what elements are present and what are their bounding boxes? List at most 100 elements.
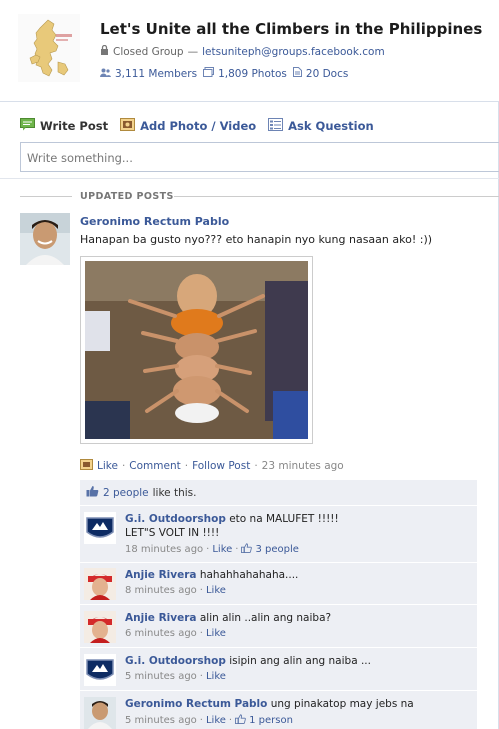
section-rule-left — [20, 196, 72, 197]
section-rule-right — [174, 196, 499, 197]
commenter-name[interactable]: Anjie Rivera — [125, 569, 197, 581]
members-icon — [100, 68, 111, 80]
group-email-link[interactable]: letsuniteph@groups.facebook.com — [202, 46, 385, 58]
comment-text: alin alin ..alin ang naiba? — [199, 612, 332, 624]
tab-add-photo-video-label: Add Photo / Video — [140, 119, 257, 133]
commenter-name[interactable]: Anjie Rivera — [125, 612, 197, 624]
likes-suffix: like this. — [152, 486, 197, 499]
photos-icon — [203, 67, 215, 80]
comment-meta: 8 minutes ago · Like — [125, 585, 226, 596]
members-count: 3,111 Members — [115, 67, 198, 80]
header-divider — [0, 101, 499, 102]
comment-item: Geronimo Rectum Pablo ung pinakatop may … — [84, 695, 474, 729]
comment-item: G.i. Outdoorshop eto na MALUFET !!!!! LE… — [84, 510, 474, 556]
comment-text: isipin ang alin ang naiba ... — [229, 655, 371, 667]
comment-body: Anjie Rivera alin alin ..alin ang naiba? — [125, 611, 331, 625]
comment-text: hahahhahahaha.... — [199, 569, 299, 581]
likes-people-link[interactable]: 2 people — [103, 487, 149, 499]
tab-ask-question[interactable]: Ask Question — [268, 118, 374, 134]
tab-ask-question-label: Ask Question — [288, 119, 374, 133]
action-separator: · — [199, 585, 203, 596]
composer-placeholder: Write something... — [27, 151, 133, 165]
commenter-avatar[interactable] — [84, 512, 116, 544]
post-timestamp[interactable]: 23 minutes ago — [262, 460, 344, 472]
updated-posts-label: UPDATED POSTS — [80, 191, 174, 202]
group-stats: 3,111 Members 1,809 Photos 20 Docs — [100, 67, 348, 80]
add-photo-icon — [120, 118, 136, 134]
ask-question-icon — [268, 118, 284, 134]
comment-text: eto na MALUFET !!!!! — [229, 513, 339, 525]
composer-tabs: Write Post Add Photo / Video Ask Questio… — [20, 118, 374, 134]
post-text: Hanapan ba gusto nyo??? eto hanapin nyo … — [80, 233, 433, 246]
comment-like-link[interactable]: Like — [206, 715, 226, 726]
comment-like-link[interactable]: Like — [206, 585, 226, 596]
post-photo-image — [85, 261, 308, 439]
group-title[interactable]: Let's Unite all the Climbers in the Phil… — [100, 20, 482, 38]
commenter-avatar[interactable] — [84, 697, 116, 729]
action-separator: · — [199, 628, 203, 639]
post-like-link[interactable]: Like — [97, 460, 118, 472]
action-separator: · — [184, 460, 189, 472]
comment-body: G.i. Outdoorshop eto na MALUFET !!!!! LE… — [125, 512, 339, 540]
comment-body: G.i. Outdoorshop isipin ang alin ang nai… — [125, 654, 371, 668]
commenter-avatar[interactable] — [84, 654, 116, 686]
action-separator: · — [235, 544, 239, 555]
comment-divider — [80, 505, 477, 506]
comment-text: ung pinakatop may jebs na — [270, 698, 414, 710]
email-separator: — — [187, 45, 199, 58]
tab-write-post[interactable]: Write Post — [20, 118, 108, 134]
comment-divider — [80, 604, 477, 605]
commenter-name[interactable]: G.i. Outdoorshop — [125, 655, 226, 667]
action-separator: · — [121, 460, 126, 472]
write-something-input[interactable]: Write something... — [20, 142, 499, 172]
group-map-thumbnail[interactable] — [18, 14, 80, 82]
comment-meta: 18 minutes ago · Like · 3 people — [125, 543, 299, 556]
comment-body: Geronimo Rectum Pablo ung pinakatop may … — [125, 697, 414, 711]
tab-add-photo-video[interactable]: Add Photo / Video — [120, 118, 256, 134]
action-separator: · — [199, 671, 203, 682]
action-separator: · — [254, 460, 258, 472]
commenter-avatar[interactable] — [84, 568, 116, 600]
post-author-avatar[interactable] — [20, 213, 70, 265]
thumbs-up-icon — [235, 714, 246, 727]
comment-divider — [80, 647, 477, 648]
action-separator: · — [199, 715, 203, 726]
comment-likes-count[interactable]: 3 people — [255, 544, 298, 555]
composer-divider — [0, 178, 499, 179]
likes-summary: 2 people like this. — [86, 485, 196, 500]
comment-body: Anjie Rivera hahahhahahaha.... — [125, 568, 298, 582]
comment-meta: 5 minutes ago · Like — [125, 671, 226, 682]
photos-link[interactable]: 1,809 Photos — [203, 67, 287, 80]
comment-like-link[interactable]: Like — [206, 671, 226, 682]
post-follow-link[interactable]: Follow Post — [192, 460, 250, 472]
post-photo[interactable] — [80, 256, 313, 444]
members-link[interactable]: 3,111 Members — [100, 68, 197, 80]
post-comment-link[interactable]: Comment — [129, 460, 180, 472]
lock-icon — [100, 44, 109, 58]
write-post-icon — [20, 118, 35, 134]
group-privacy: Closed Group — [113, 45, 184, 58]
comment-timestamp[interactable]: 8 minutes ago — [125, 585, 197, 596]
docs-link[interactable]: 20 Docs — [292, 67, 349, 80]
thumbs-up-icon — [86, 485, 99, 500]
comment-meta: 5 minutes ago · Like · 1 person — [125, 714, 293, 727]
comment-divider — [80, 562, 477, 563]
commenter-avatar[interactable] — [84, 611, 116, 643]
comment-meta: 6 minutes ago · Like — [125, 628, 226, 639]
tab-write-post-label: Write Post — [40, 119, 109, 133]
comment-likes-count[interactable]: 1 person — [249, 715, 293, 726]
comment-timestamp[interactable]: 6 minutes ago — [125, 628, 197, 639]
photos-count: 1,809 Photos — [218, 67, 287, 80]
add-photo-icon — [80, 459, 93, 473]
commenter-name[interactable]: G.i. Outdoorshop — [125, 513, 226, 525]
docs-count: 20 Docs — [305, 67, 349, 80]
post-author-name[interactable]: Geronimo Rectum Pablo — [80, 215, 229, 228]
comment-like-link[interactable]: Like — [212, 544, 232, 555]
comment-timestamp[interactable]: 5 minutes ago — [125, 715, 197, 726]
comment-timestamp[interactable]: 18 minutes ago — [125, 544, 203, 555]
post-actions: Like · Comment · Follow Post · 23 minute… — [80, 459, 344, 473]
commenter-name[interactable]: Geronimo Rectum Pablo — [125, 698, 267, 710]
comment-like-link[interactable]: Like — [206, 628, 226, 639]
comment-timestamp[interactable]: 5 minutes ago — [125, 671, 197, 682]
comment-text-line2: LET"S VOLT IN !!!! — [125, 527, 220, 539]
